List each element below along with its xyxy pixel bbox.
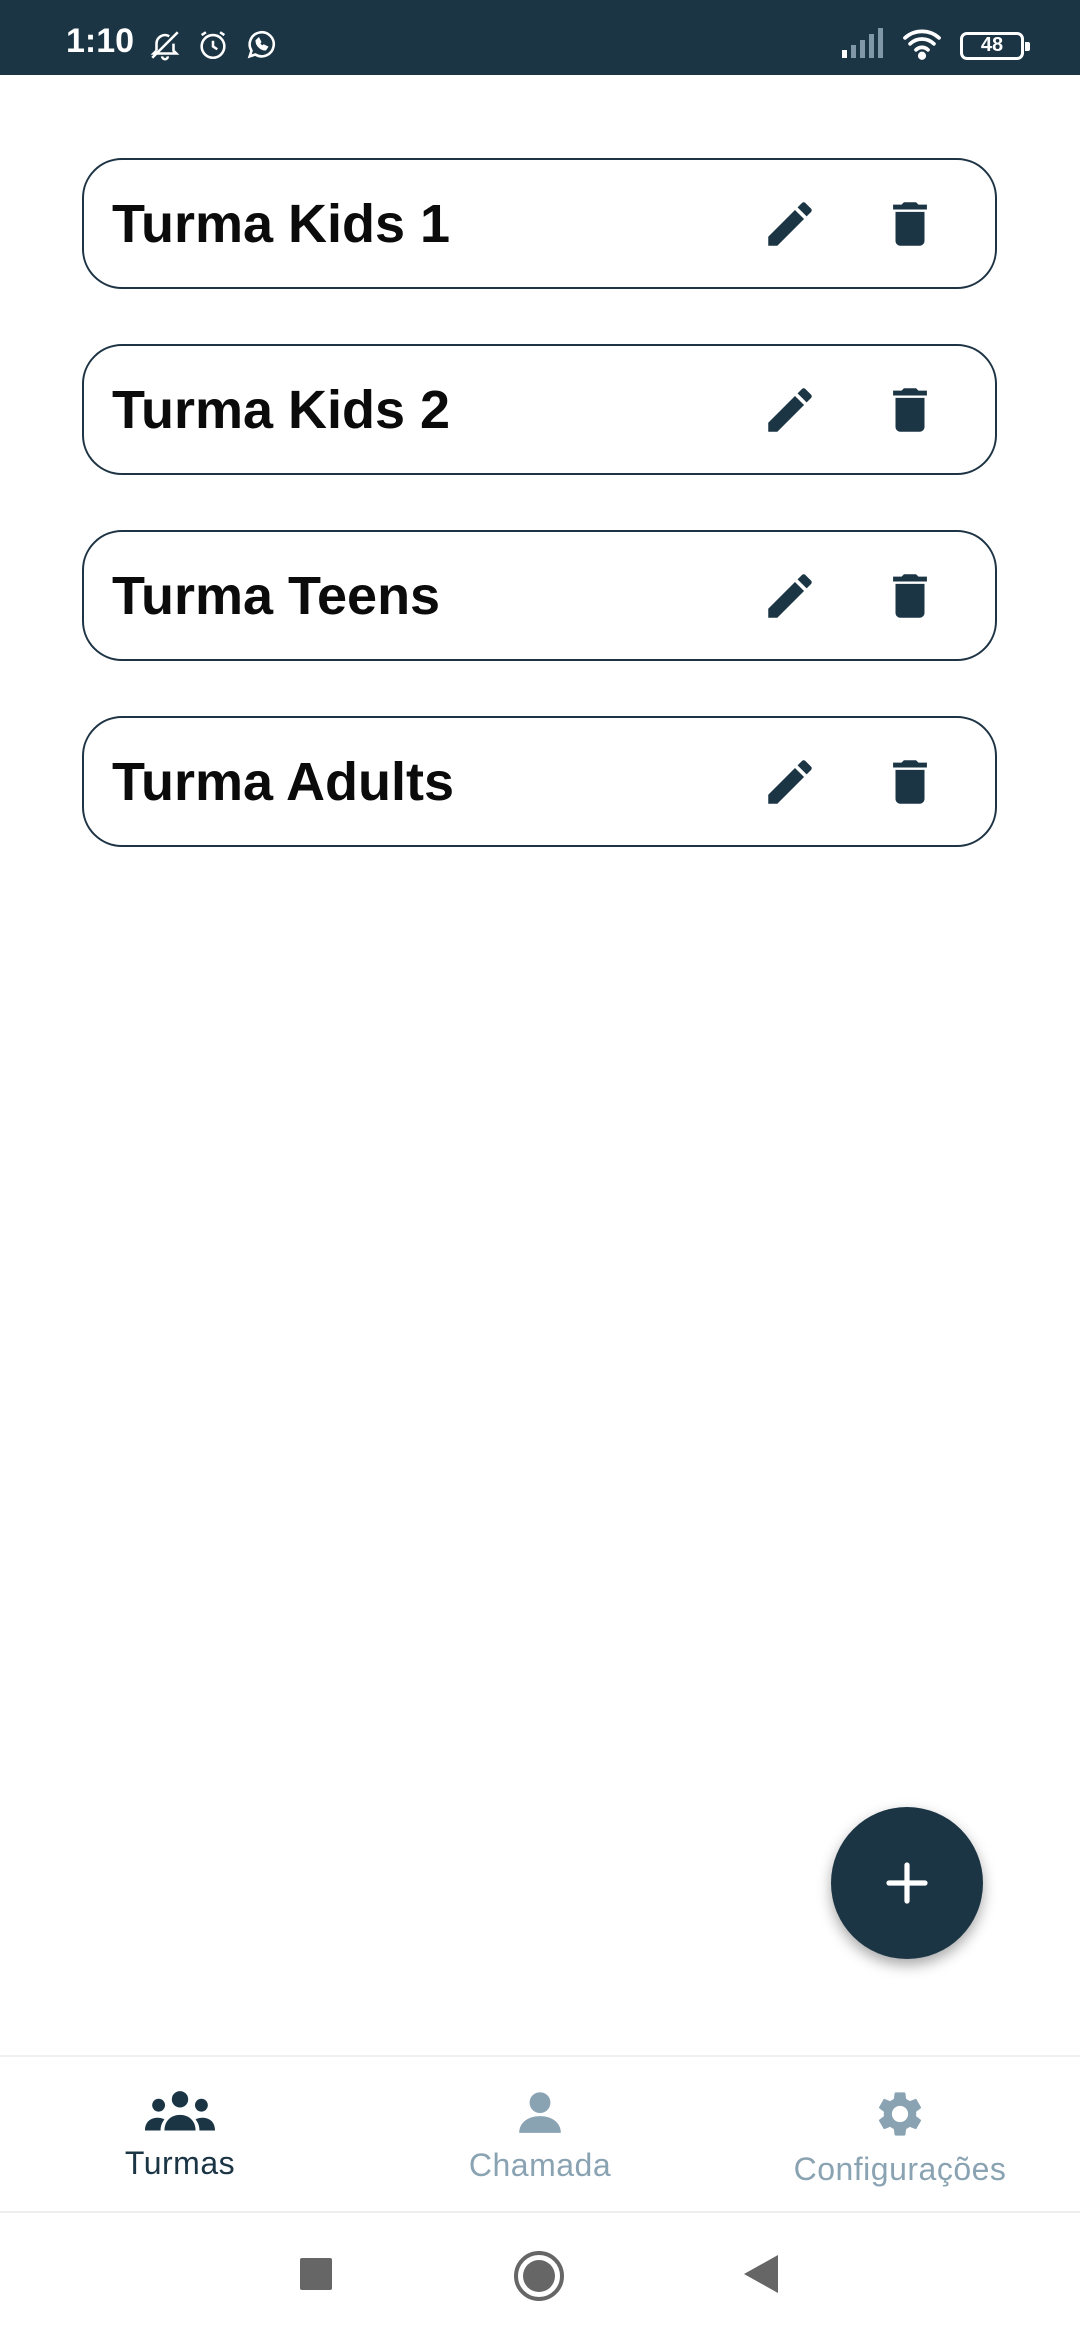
nav-label: Configurações bbox=[793, 2151, 1007, 2187]
back-triangle-icon bbox=[744, 2255, 778, 2293]
trash-icon bbox=[893, 573, 927, 618]
trash-icon bbox=[893, 387, 927, 432]
trash-icon bbox=[893, 759, 927, 804]
home-button[interactable] bbox=[512, 2249, 566, 2308]
recents-button[interactable] bbox=[300, 2258, 332, 2295]
pencil-icon bbox=[768, 387, 812, 432]
delete-button[interactable] bbox=[865, 551, 955, 641]
gear-icon bbox=[878, 2092, 922, 2136]
nav-item-configuracoes[interactable]: Configurações bbox=[720, 2057, 1080, 2213]
person-icon bbox=[519, 2092, 561, 2133]
add-class-button[interactable] bbox=[831, 1807, 983, 1959]
delete-button[interactable] bbox=[865, 737, 955, 827]
bottom-navigation: Turmas Chamada Configurações bbox=[0, 2055, 1080, 2211]
pencil-icon bbox=[768, 759, 812, 804]
class-name: Turma Teens bbox=[112, 565, 441, 626]
wifi-icon bbox=[900, 26, 944, 65]
delete-button[interactable] bbox=[865, 365, 955, 455]
bell-off-icon bbox=[148, 28, 182, 67]
class-name: Turma Kids 1 bbox=[112, 193, 451, 254]
whatsapp-icon bbox=[244, 28, 278, 67]
home-circle-icon bbox=[514, 2251, 564, 2301]
status-bar: 1:10 48 bbox=[0, 0, 1080, 75]
edit-button[interactable] bbox=[745, 551, 835, 641]
nav-item-turmas[interactable]: Turmas bbox=[0, 2057, 360, 2213]
signal-icon bbox=[842, 28, 884, 63]
class-card[interactable]: Turma Kids 1 bbox=[82, 158, 997, 289]
nav-label: Chamada bbox=[468, 2147, 612, 2183]
edit-button[interactable] bbox=[745, 179, 835, 269]
edit-button[interactable] bbox=[745, 737, 835, 827]
plus-icon bbox=[886, 1862, 928, 1904]
status-time: 1:10 bbox=[66, 22, 135, 60]
square-icon bbox=[300, 2258, 332, 2290]
back-button[interactable] bbox=[744, 2255, 778, 2298]
edit-button[interactable] bbox=[745, 365, 835, 455]
alarm-icon bbox=[196, 28, 230, 67]
trash-icon bbox=[893, 201, 927, 246]
pencil-icon bbox=[768, 573, 812, 618]
status-notification-icons bbox=[148, 28, 278, 67]
class-card[interactable]: Turma Kids 2 bbox=[82, 344, 997, 475]
group-icon bbox=[145, 2091, 215, 2131]
status-system-icons: 48 bbox=[842, 26, 1030, 65]
class-name: Turma Adults bbox=[112, 751, 455, 812]
battery-icon: 48 bbox=[960, 31, 1030, 60]
class-card[interactable]: Turma Adults bbox=[82, 716, 997, 847]
class-list: Turma Kids 1 Turma Kids 2 Turma Teens Tu… bbox=[82, 158, 997, 902]
class-card[interactable]: Turma Teens bbox=[82, 530, 997, 661]
system-navigation-bar bbox=[0, 2211, 1080, 2340]
delete-button[interactable] bbox=[865, 179, 955, 269]
nav-item-chamada[interactable]: Chamada bbox=[360, 2057, 720, 2213]
class-name: Turma Kids 2 bbox=[112, 379, 451, 440]
pencil-icon bbox=[768, 201, 812, 246]
nav-label: Turmas bbox=[124, 2145, 236, 2181]
